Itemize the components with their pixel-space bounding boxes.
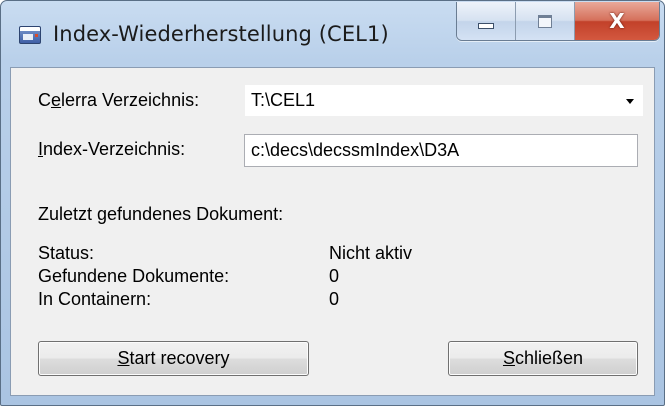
celerra-directory-value: T:\CEL1 (251, 90, 316, 110)
status-value: Nicht aktiv (329, 243, 413, 263)
maximize-button[interactable] (516, 2, 575, 40)
caption-buttons: X (456, 2, 660, 41)
close-dialog-button[interactable]: Schließen (448, 341, 638, 376)
app-window-icon[interactable] (19, 26, 41, 44)
title-bar[interactable]: Index-Wiederherstellung (CEL1) X (1, 1, 664, 67)
in-containers-label: In Containern: (38, 289, 152, 309)
minimize-icon (478, 23, 494, 29)
close-button[interactable]: X (575, 2, 659, 40)
index-directory-label: Index-Verzeichnis: (38, 139, 186, 159)
index-directory-field[interactable] (244, 134, 638, 167)
dialog-client-area: Celerra Verzeichnis: T:\CEL1 Index-Verze… (10, 67, 655, 396)
found-documents-value: 0 (329, 266, 340, 286)
dialog-window: Index-Wiederherstellung (CEL1) X Celerra… (0, 0, 665, 406)
celerra-directory-select[interactable]: T:\CEL1 (244, 84, 644, 117)
dropdown-arrow-icon[interactable] (626, 99, 634, 104)
window-title: Index-Wiederherstellung (CEL1) (53, 22, 389, 46)
in-containers-value: 0 (329, 289, 340, 309)
found-documents-label: Gefundene Dokumente: (38, 266, 230, 286)
index-directory-input[interactable] (245, 135, 637, 166)
status-label: Status: (38, 243, 95, 263)
maximize-icon (538, 14, 552, 28)
start-recovery-button[interactable]: Start recovery (38, 341, 309, 376)
close-icon: X (609, 9, 625, 33)
celerra-directory-label: Celerra Verzeichnis: (38, 90, 200, 110)
last-found-document-label: Zuletzt gefundenes Dokument: (38, 204, 284, 224)
minimize-button[interactable] (457, 2, 516, 40)
